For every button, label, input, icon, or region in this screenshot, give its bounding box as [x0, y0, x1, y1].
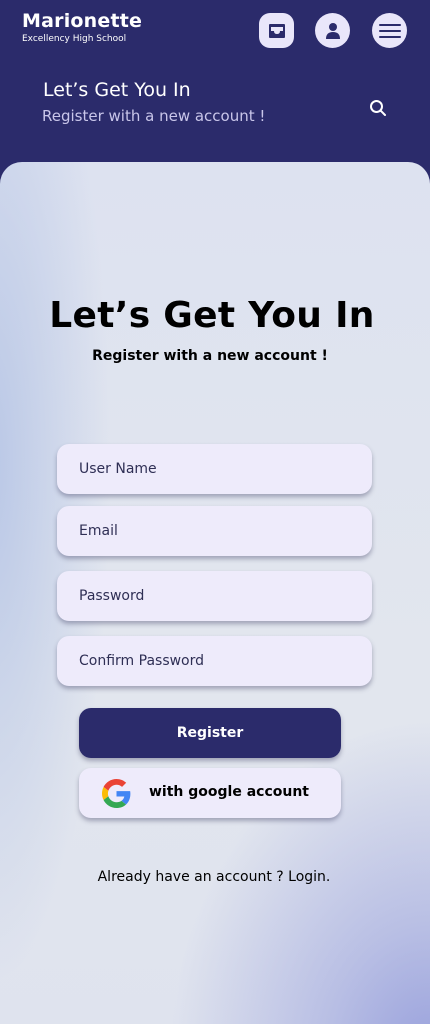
- google-signup-button[interactable]: with google account: [79, 768, 341, 818]
- inbox-icon: [268, 23, 285, 38]
- google-button-label: with google account: [149, 784, 310, 800]
- menu-button[interactable]: [372, 13, 407, 48]
- menu-icon: [378, 23, 401, 38]
- header-subtitle: Register with a new account !: [42, 107, 266, 125]
- profile-button[interactable]: [315, 13, 350, 48]
- brand-subtitle: Excellency High School: [22, 34, 127, 44]
- login-link[interactable]: Already have an account ? Login.: [0, 869, 428, 885]
- google-icon: [102, 779, 131, 808]
- form-subtitle: Register with a new account !: [92, 348, 328, 364]
- app-header: Marionette Excellency High School Let’s …: [0, 0, 430, 180]
- form-title: Let’s Get You In: [49, 295, 375, 336]
- confirm-password-field[interactable]: Confirm Password: [57, 636, 372, 686]
- header-title: Let’s Get You In: [43, 79, 191, 101]
- register-button[interactable]: Register: [79, 708, 341, 758]
- username-field[interactable]: User Name: [57, 444, 372, 494]
- user-icon: [325, 22, 340, 39]
- password-field[interactable]: Password: [57, 571, 372, 621]
- search-button[interactable]: [366, 96, 390, 120]
- email-field[interactable]: Email: [57, 506, 372, 556]
- brand-name: Marionette: [22, 10, 143, 32]
- register-card: Let’s Get You In Register with a new acc…: [0, 162, 430, 1024]
- search-icon: [370, 100, 386, 116]
- inbox-button[interactable]: [259, 13, 294, 48]
